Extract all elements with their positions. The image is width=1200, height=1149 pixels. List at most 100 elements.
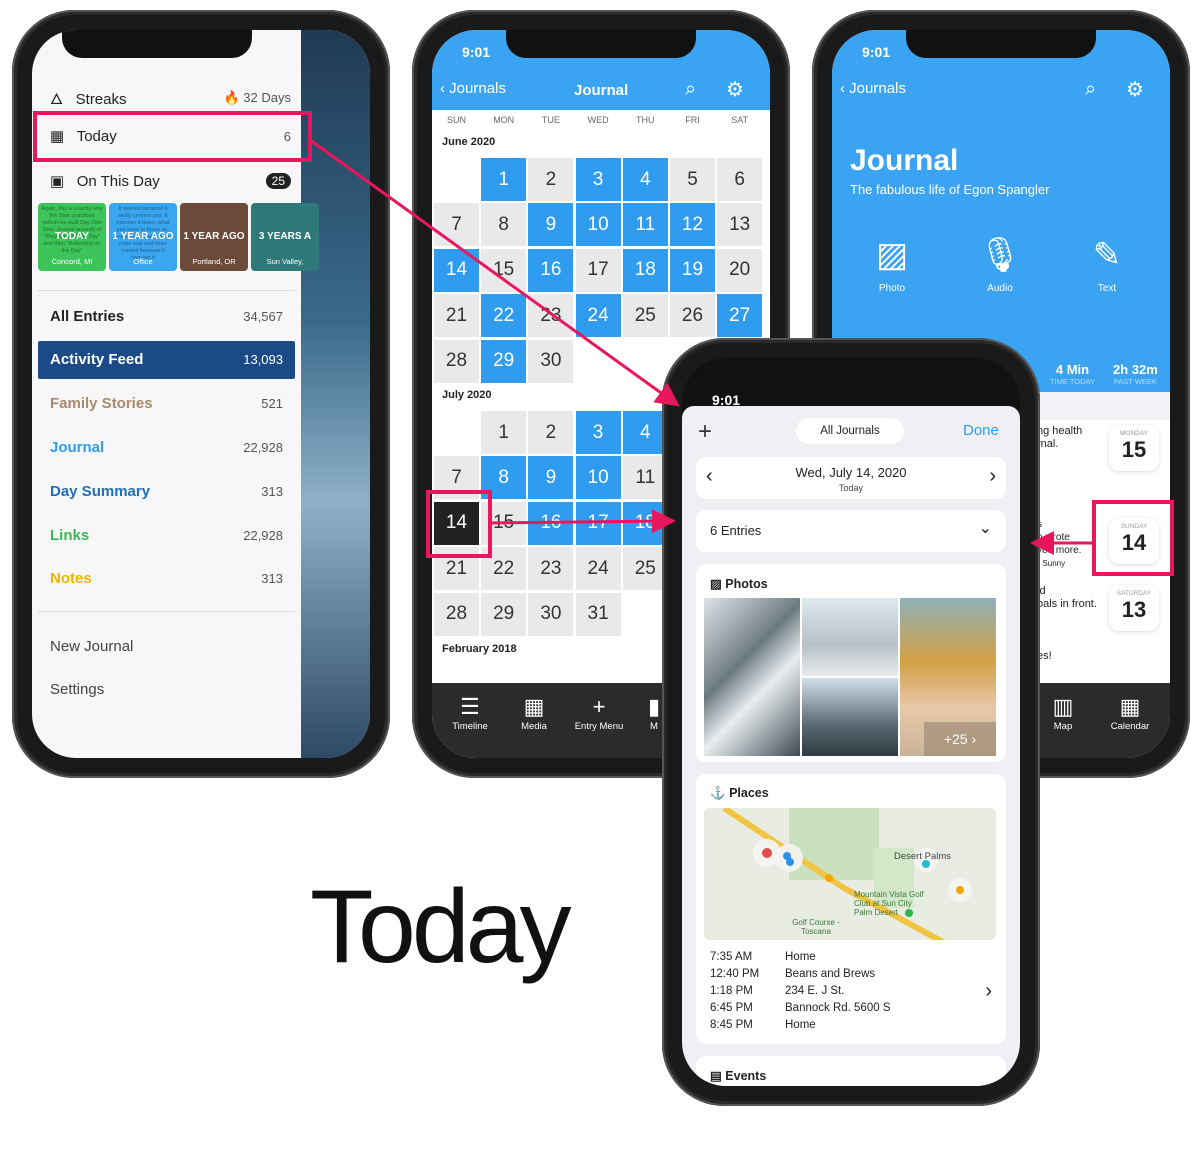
calendar-day[interactable]: 10 [575, 203, 621, 247]
events-card[interactable]: ▤ Events [696, 1056, 1006, 1086]
more-photos-button[interactable]: +25 › [924, 722, 996, 756]
calendar-day[interactable]: 3 [575, 158, 621, 201]
calendar-day[interactable]: 5 [670, 158, 715, 201]
journal-filter[interactable]: All Journals [796, 418, 904, 444]
sidebar-item-journal[interactable]: Activity Feed 13,093 [38, 340, 295, 379]
calendar-day[interactable]: 9 [528, 203, 574, 247]
sidebar-item-on-this-day[interactable]: ▣ On This Day 25 [50, 172, 291, 190]
calendar-day[interactable]: 18 [622, 248, 668, 292]
journal-count: 34,567 [243, 308, 283, 324]
calendar-day[interactable]: 1 [481, 158, 527, 201]
calendar-day[interactable]: 12 [670, 203, 715, 247]
places-map[interactable]: Desert Palms Mountain Vista Golf Club at… [704, 808, 996, 940]
calendar-day[interactable]: 24 [575, 547, 621, 591]
calendar-day[interactable]: 23 [528, 547, 574, 591]
gear-icon[interactable]: ⚙ [726, 77, 744, 102]
photo-button[interactable]: ▨ Photo [862, 235, 922, 294]
streaks-row[interactable]: 🜂 Streaks 🔥 32 Days [50, 82, 291, 113]
calendar-day[interactable]: 14 [434, 248, 479, 292]
calendar-day[interactable]: 10 [575, 456, 621, 500]
tab-map[interactable]: ▥ Map [1033, 693, 1093, 732]
calendar-day[interactable]: 19 [670, 248, 715, 292]
tab-calendar[interactable]: ▦ Calendar [1100, 693, 1160, 732]
photos-card[interactable]: ▨ Photos +25 › [696, 564, 1006, 762]
background-app-preview [301, 30, 370, 758]
places-card[interactable]: ⚓ Places Desert Palms Mountain Vista Gol… [696, 774, 1006, 1044]
audio-button[interactable]: 🎙 Audio [970, 235, 1030, 294]
calendar-day[interactable]: 29 [481, 592, 527, 636]
sidebar-item-journal[interactable]: Family Stories 521 [38, 385, 295, 423]
calendar-day[interactable]: 20 [717, 248, 763, 292]
calendar-day[interactable]: 6 [717, 158, 763, 201]
calendar-day[interactable]: 23 [528, 294, 574, 338]
chevron-right-icon: › [985, 980, 992, 1002]
calendar-day[interactable]: 7 [434, 456, 479, 500]
calendar-day[interactable]: 30 [528, 339, 574, 383]
search-icon[interactable]: ⌕ [1085, 78, 1096, 101]
calendar-day[interactable]: 29 [481, 339, 527, 383]
date-badge[interactable]: SUNDAY 14 [1109, 518, 1159, 564]
calendar-day[interactable]: 26 [670, 294, 715, 338]
calendar-day[interactable]: 14 [434, 501, 479, 545]
calendar-day[interactable]: 22 [481, 294, 527, 338]
sidebar-item-journal[interactable]: Links 22,928 [38, 516, 295, 554]
gear-icon[interactable]: ⚙ [1126, 77, 1144, 102]
photo-icon: ▨ [875, 236, 909, 274]
sidebar-item-journal[interactable]: All Entries 34,567 [38, 297, 295, 335]
calendar-day[interactable]: 21 [434, 547, 479, 591]
calendar-day[interactable]: 28 [434, 592, 479, 636]
calendar-day[interactable]: 21 [434, 294, 479, 338]
text-button[interactable]: ✎ Text [1077, 235, 1137, 294]
date-badge[interactable]: MONDAY 15 [1109, 425, 1159, 471]
calendar-day[interactable]: 2 [528, 411, 574, 454]
calendar-day[interactable]: 27 [717, 294, 763, 338]
tab-timeline[interactable]: ☰ Timeline [440, 693, 500, 732]
date-badge[interactable]: SATURDAY 13 [1109, 585, 1159, 631]
calendar-day[interactable]: 22 [481, 547, 527, 591]
add-button[interactable]: + [698, 418, 712, 446]
done-button[interactable]: Done [963, 422, 999, 439]
tab-entry-menu[interactable]: + Entry Menu [569, 693, 629, 732]
entries-dropdown[interactable]: 6 Entries ⌄ [696, 510, 1006, 552]
sidebar-item-journal[interactable]: Day Summary 313 [38, 472, 295, 510]
calendar-day[interactable]: 8 [481, 203, 527, 247]
new-journal-link[interactable]: New Journal [50, 638, 291, 655]
calendar-day[interactable]: 17 [575, 501, 621, 545]
calendar-day[interactable]: 16 [528, 501, 574, 545]
back-button[interactable]: ‹ Journals [440, 80, 506, 97]
calendar-day[interactable]: 3 [575, 411, 621, 454]
calendar-day[interactable]: 4 [622, 158, 668, 201]
calendar-day[interactable]: 7 [434, 203, 479, 247]
settings-link[interactable]: Settings [50, 681, 291, 698]
calendar-day[interactable]: 8 [481, 456, 527, 500]
calendar-day[interactable]: 1 [481, 411, 527, 454]
calendar-day[interactable]: 15 [481, 248, 527, 292]
memory-card[interactable]: 3 YEARS A Sun Valley, [251, 203, 319, 271]
calendar-day[interactable]: 30 [528, 592, 574, 636]
tab-media[interactable]: ▦ Media [504, 693, 564, 732]
calendar-day[interactable]: 25 [622, 294, 668, 338]
memory-card[interactable]: It worked because it really centers you.… [109, 203, 177, 271]
calendar-day[interactable]: 31 [575, 592, 621, 636]
memory-card[interactable]: 1 YEAR AGO Portland, OR [180, 203, 248, 271]
sidebar-item-journal[interactable]: Notes 313 [38, 560, 295, 598]
calendar-day[interactable]: 15 [481, 501, 527, 545]
calendar-day[interactable]: 24 [575, 294, 621, 338]
calendar-day[interactable]: 13 [717, 203, 763, 247]
calendar-day[interactable]: 28 [434, 339, 479, 383]
place-name: Home [785, 1019, 816, 1031]
sidebar-item-journal[interactable]: Journal 22,928 [38, 428, 295, 466]
calendar-day[interactable]: 9 [528, 456, 574, 500]
memories-strip[interactable]: Again, this is exactly why the Stoic pra… [38, 203, 319, 271]
place-time: 8:45 PM [710, 1019, 753, 1031]
calendar-day[interactable]: 2 [528, 158, 574, 201]
next-day-icon[interactable]: › [989, 465, 996, 488]
memory-card[interactable]: Again, this is exactly why the Stoic pra… [38, 203, 106, 271]
flame-icon: 🜂 [50, 91, 64, 108]
back-button[interactable]: ‹ Journals [840, 80, 906, 97]
calendar-day[interactable]: 11 [622, 203, 668, 247]
calendar-day[interactable]: 16 [528, 248, 574, 292]
calendar-day[interactable]: 17 [575, 248, 621, 292]
sidebar-item-today[interactable]: ▦ Today 6 [50, 127, 291, 145]
search-icon[interactable]: ⌕ [685, 78, 696, 101]
